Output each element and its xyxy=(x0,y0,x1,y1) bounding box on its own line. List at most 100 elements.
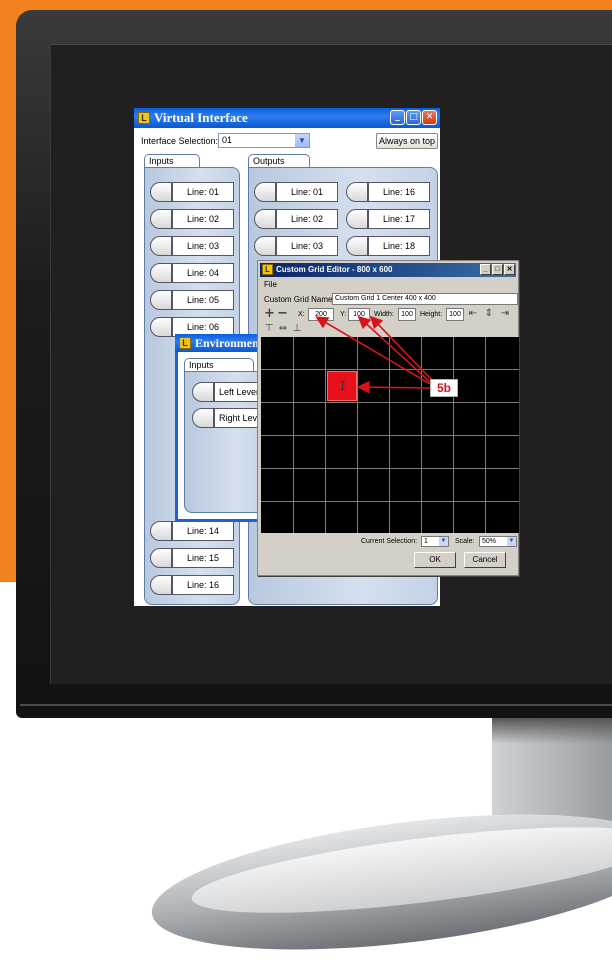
input-line-button[interactable]: Line: 02 xyxy=(172,209,234,229)
output-line-button[interactable]: Line: 02 xyxy=(276,209,338,229)
annotation-label-5b: 5b xyxy=(430,379,458,397)
input-line-button[interactable]: Line: 16 xyxy=(172,575,234,595)
scale-value: 50% xyxy=(482,538,497,545)
align-top-icon[interactable]: ⊤ xyxy=(264,323,274,335)
line-toggle-knob[interactable] xyxy=(150,209,172,229)
maximize-icon[interactable]: □ xyxy=(492,264,503,275)
grid-line xyxy=(261,468,519,469)
line-toggle-knob[interactable] xyxy=(150,317,172,337)
current-selection-label: Current Selection: xyxy=(361,538,418,545)
grid-canvas[interactable]: I xyxy=(261,337,519,533)
line-toggle-knob[interactable] xyxy=(254,236,276,256)
grid-line xyxy=(261,501,519,502)
grid-name-field[interactable]: Custom Grid 1 Center 400 x 400 xyxy=(332,293,518,305)
selected-grid-cell[interactable]: I xyxy=(327,371,357,401)
monitor-stand-shadow xyxy=(492,718,612,744)
environment-window: L Environment Inputs Left Lever Right Lev… xyxy=(175,334,270,522)
interface-selection-dropdown[interactable]: 01 ▼ xyxy=(218,133,310,148)
interface-selection-label: Interface Selection: xyxy=(141,136,219,146)
line-toggle-knob[interactable] xyxy=(150,575,172,595)
width-field[interactable]: 100 xyxy=(398,308,416,321)
virtual-interface-titlebar[interactable]: L Virtual Interface _ □ ✕ xyxy=(134,108,440,128)
interface-selection-bar: Interface Selection: 01 ▼ Always on top xyxy=(138,132,438,150)
line-toggle-knob[interactable] xyxy=(150,236,172,256)
align-left-icon[interactable]: ⇤ xyxy=(468,308,478,320)
menu-file[interactable]: File xyxy=(264,280,277,289)
app-icon: L xyxy=(179,337,191,349)
ibeam-cursor-icon: I xyxy=(339,379,347,393)
cancel-button[interactable]: Cancel xyxy=(464,552,506,568)
scale-label: Scale: xyxy=(455,538,475,545)
align-center-icon[interactable]: ⇕ xyxy=(484,308,494,320)
height-field[interactable]: 100 xyxy=(446,308,464,321)
tab-outputs[interactable]: Outputs xyxy=(248,154,310,168)
grid-name-label: Custom Grid Name: xyxy=(264,295,335,304)
line-toggle-knob[interactable] xyxy=(150,263,172,283)
remove-icon[interactable]: − xyxy=(277,307,288,320)
tab-environment-inputs[interactable]: Inputs xyxy=(184,358,254,372)
interface-selection-value: 01 xyxy=(222,135,233,145)
app-icon: L xyxy=(262,264,273,275)
width-label: Width: xyxy=(374,311,394,318)
add-icon[interactable]: + xyxy=(264,307,275,320)
output-line-button[interactable]: Line: 16 xyxy=(368,182,430,202)
input-line-button[interactable]: Line: 05 xyxy=(172,290,234,310)
align-right-icon[interactable]: ⇥ xyxy=(500,308,510,320)
input-line-button[interactable]: Line: 03 xyxy=(172,236,234,256)
y-label: Y: xyxy=(340,311,347,318)
line-toggle-knob[interactable] xyxy=(150,521,172,541)
ok-button[interactable]: OK xyxy=(414,552,456,568)
close-icon[interactable]: ✕ xyxy=(504,264,515,275)
grid-editor-titlebar[interactable]: L Custom Grid Editor - 800 x 600 _ □ ✕ xyxy=(260,263,516,277)
dropdown-arrow-icon[interactable]: ▼ xyxy=(295,134,309,147)
grid-editor-toolbar-2: ⊤ ⇔ ⊥ xyxy=(262,323,322,335)
line-toggle-knob[interactable] xyxy=(254,209,276,229)
output-line-button[interactable]: Line: 17 xyxy=(368,209,430,229)
height-label: Height: xyxy=(420,311,443,318)
tab-inputs[interactable]: Inputs xyxy=(144,154,200,168)
line-toggle-knob[interactable] xyxy=(254,182,276,202)
environment-titlebar[interactable]: L Environment xyxy=(175,334,264,352)
grid-editor-toolbar: + − X: 200 Y: 100 Width: 100 Height: 100… xyxy=(262,307,518,323)
line-toggle-knob[interactable] xyxy=(346,182,368,202)
input-line-button[interactable]: Line: 14 xyxy=(172,521,234,541)
line-toggle-knob[interactable] xyxy=(346,209,368,229)
window-title: Environment xyxy=(195,336,263,350)
grid-line xyxy=(261,402,519,403)
input-line-button[interactable]: Line: 04 xyxy=(172,263,234,283)
lever-toggle-knob[interactable] xyxy=(192,408,214,428)
x-label: X: xyxy=(298,311,305,318)
dropdown-arrow-icon[interactable]: ▼ xyxy=(439,537,448,546)
line-toggle-knob[interactable] xyxy=(150,182,172,202)
grid-editor-status-bar: Current Selection: 1 ▼ Scale: 50% ▼ xyxy=(261,535,519,549)
window-title: Custom Grid Editor - 800 x 600 xyxy=(276,265,393,274)
always-on-top-button[interactable]: Always on top xyxy=(376,133,438,149)
grid-line xyxy=(261,369,519,370)
minimize-icon[interactable]: _ xyxy=(480,264,491,275)
line-toggle-knob[interactable] xyxy=(150,290,172,310)
align-bottom-icon[interactable]: ⊥ xyxy=(292,323,302,335)
input-line-button[interactable]: Line: 15 xyxy=(172,548,234,568)
grid-line xyxy=(261,435,519,436)
custom-grid-editor-window: L Custom Grid Editor - 800 x 600 _ □ ✕ F… xyxy=(257,260,519,576)
line-toggle-knob[interactable] xyxy=(346,236,368,256)
x-field[interactable]: 200 xyxy=(308,308,334,321)
maximize-icon[interactable]: □ xyxy=(406,110,421,125)
window-title: Virtual Interface xyxy=(154,110,248,125)
current-selection-value: 1 xyxy=(424,538,428,545)
align-middle-icon[interactable]: ⇔ xyxy=(278,323,288,335)
scale-dropdown[interactable]: 50% ▼ xyxy=(479,536,517,547)
monitor-chin xyxy=(20,704,612,706)
input-line-button[interactable]: Line: 01 xyxy=(172,182,234,202)
dropdown-arrow-icon[interactable]: ▼ xyxy=(507,537,516,546)
output-line-button[interactable]: Line: 03 xyxy=(276,236,338,256)
line-toggle-knob[interactable] xyxy=(150,548,172,568)
current-selection-dropdown[interactable]: 1 ▼ xyxy=(421,536,449,547)
app-icon: L xyxy=(138,112,150,124)
minimize-icon[interactable]: _ xyxy=(390,110,405,125)
y-field[interactable]: 100 xyxy=(348,308,370,321)
close-icon[interactable]: ✕ xyxy=(422,110,437,125)
lever-toggle-knob[interactable] xyxy=(192,382,214,402)
output-line-button[interactable]: Line: 18 xyxy=(368,236,430,256)
output-line-button[interactable]: Line: 01 xyxy=(276,182,338,202)
